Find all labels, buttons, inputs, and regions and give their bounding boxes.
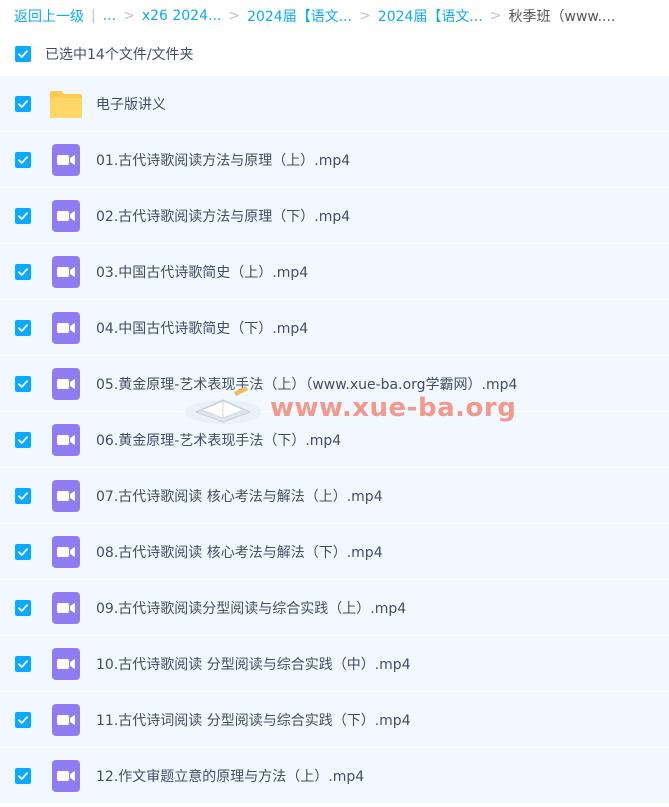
video-file-icon <box>48 534 84 570</box>
video-file-icon <box>48 590 84 626</box>
file-checkbox[interactable] <box>15 431 31 448</box>
check-icon <box>18 715 28 724</box>
file-checkbox[interactable] <box>15 95 31 112</box>
check-icon <box>18 50 28 58</box>
file-list: 电子版讲义 01.古代诗歌阅读方法与原理（上）.mp4 02.古代诗歌阅读方法与原理… <box>0 76 669 804</box>
check-icon <box>18 659 28 668</box>
select-all-checkbox[interactable] <box>15 46 31 62</box>
breadcrumb-item[interactable]: x26 2024... <box>142 8 222 24</box>
file-name[interactable]: 12.作文审题立意的原理与方法（上）.mp4 <box>96 766 364 786</box>
breadcrumb: 返回上一级 | ... > x26 2024... > 2024届【语文... … <box>0 0 669 32</box>
video-file-icon <box>48 198 84 234</box>
breadcrumb-separator: > <box>489 8 502 24</box>
file-name[interactable]: 05.黄金原理-艺术表现手法（上）（www.xue-ba.org学霸网）.mp4 <box>96 374 517 394</box>
check-icon <box>18 491 28 500</box>
file-row[interactable]: 02.古代诗歌阅读方法与原理（下）.mp4 <box>0 188 669 244</box>
video-file-icon <box>48 254 84 290</box>
file-name[interactable]: 电子版讲义 <box>96 94 166 114</box>
video-file-icon <box>48 702 84 738</box>
file-row[interactable]: 06.黄金原理-艺术表现手法（下）.mp4 <box>0 412 669 468</box>
check-icon <box>18 771 28 780</box>
file-checkbox[interactable] <box>15 711 31 728</box>
file-checkbox[interactable] <box>15 263 31 280</box>
file-row[interactable]: 04.中国古代诗歌简史（下）.mp4 <box>0 300 669 356</box>
check-icon <box>18 99 28 108</box>
file-checkbox[interactable] <box>15 207 31 224</box>
file-row[interactable]: 电子版讲义 <box>0 76 669 132</box>
file-row[interactable]: 01.古代诗歌阅读方法与原理（上）.mp4 <box>0 132 669 188</box>
breadcrumb-item[interactable]: 2024届【语文... <box>378 6 483 26</box>
file-checkbox[interactable] <box>15 543 31 560</box>
file-name[interactable]: 04.中国古代诗歌简史（下）.mp4 <box>96 318 308 338</box>
back-link[interactable]: 返回上一级 <box>14 6 84 26</box>
file-checkbox[interactable] <box>15 319 31 336</box>
file-name[interactable]: 01.古代诗歌阅读方法与原理（上）.mp4 <box>96 150 350 170</box>
file-row[interactable]: 10.古代诗歌阅读 分型阅读与综合实践（中）.mp4 <box>0 636 669 692</box>
file-row[interactable]: 12.作文审题立意的原理与方法（上）.mp4 <box>0 748 669 804</box>
check-icon <box>18 211 28 220</box>
file-row[interactable]: 11.古代诗词阅读 分型阅读与综合实践（下）.mp4 <box>0 692 669 748</box>
breadcrumb-separator: > <box>359 8 371 24</box>
video-file-icon <box>48 646 84 682</box>
selection-header: 已选中14个文件/文件夹 <box>0 32 669 76</box>
selection-count-label: 已选中14个文件/文件夹 <box>45 47 194 63</box>
file-row[interactable]: 08.古代诗歌阅读 核心考法与解法（下）.mp4 <box>0 524 669 580</box>
breadcrumb-separator: > <box>123 8 135 24</box>
video-file-icon <box>48 310 84 346</box>
file-checkbox[interactable] <box>15 151 31 168</box>
file-name[interactable]: 06.黄金原理-艺术表现手法（下）.mp4 <box>96 430 341 450</box>
file-checkbox[interactable] <box>15 599 31 616</box>
file-row[interactable]: 05.黄金原理-艺术表现手法（上）（www.xue-ba.org学霸网）.mp4 <box>0 356 669 412</box>
video-file-icon <box>48 422 84 458</box>
video-file-icon <box>48 478 84 514</box>
file-name[interactable]: 02.古代诗歌阅读方法与原理（下）.mp4 <box>96 206 350 226</box>
breadcrumb-ellipsis[interactable]: ... <box>103 8 116 24</box>
file-row[interactable]: 07.古代诗歌阅读 核心考法与解法（上）.mp4 <box>0 468 669 524</box>
file-browser: 返回上一级 | ... > x26 2024... > 2024届【语文... … <box>0 0 669 807</box>
folder-icon <box>48 86 84 122</box>
video-file-icon <box>48 366 84 402</box>
file-checkbox[interactable] <box>15 375 31 392</box>
video-file-icon <box>48 758 84 794</box>
video-file-icon <box>48 142 84 178</box>
file-checkbox[interactable] <box>15 767 31 784</box>
breadcrumb-item[interactable]: 2024届【语文... <box>247 6 352 26</box>
check-icon <box>18 435 28 444</box>
file-name[interactable]: 03.中国古代诗歌简史（上）.mp4 <box>96 262 308 282</box>
check-icon <box>18 155 28 164</box>
check-icon <box>18 547 28 556</box>
check-icon <box>18 603 28 612</box>
file-name[interactable]: 09.古代诗歌阅读分型阅读与综合实践（上）.mp4 <box>96 598 406 618</box>
breadcrumb-divider: | <box>91 8 96 24</box>
file-name[interactable]: 07.古代诗歌阅读 核心考法与解法（上）.mp4 <box>96 486 383 506</box>
file-row[interactable]: 03.中国古代诗歌简史（上）.mp4 <box>0 244 669 300</box>
file-name[interactable]: 08.古代诗歌阅读 核心考法与解法（下）.mp4 <box>96 542 383 562</box>
file-checkbox[interactable] <box>15 487 31 504</box>
file-name[interactable]: 10.古代诗歌阅读 分型阅读与综合实践（中）.mp4 <box>96 654 411 674</box>
file-checkbox[interactable] <box>15 655 31 672</box>
file-row[interactable]: 09.古代诗歌阅读分型阅读与综合实践（上）.mp4 <box>0 580 669 636</box>
file-name[interactable]: 11.古代诗词阅读 分型阅读与综合实践（下）.mp4 <box>96 710 411 730</box>
breadcrumb-current: 秋季班（www.... <box>508 9 616 25</box>
check-icon <box>18 267 28 276</box>
breadcrumb-separator: > <box>228 8 241 24</box>
check-icon <box>18 379 28 388</box>
check-icon <box>18 323 28 332</box>
